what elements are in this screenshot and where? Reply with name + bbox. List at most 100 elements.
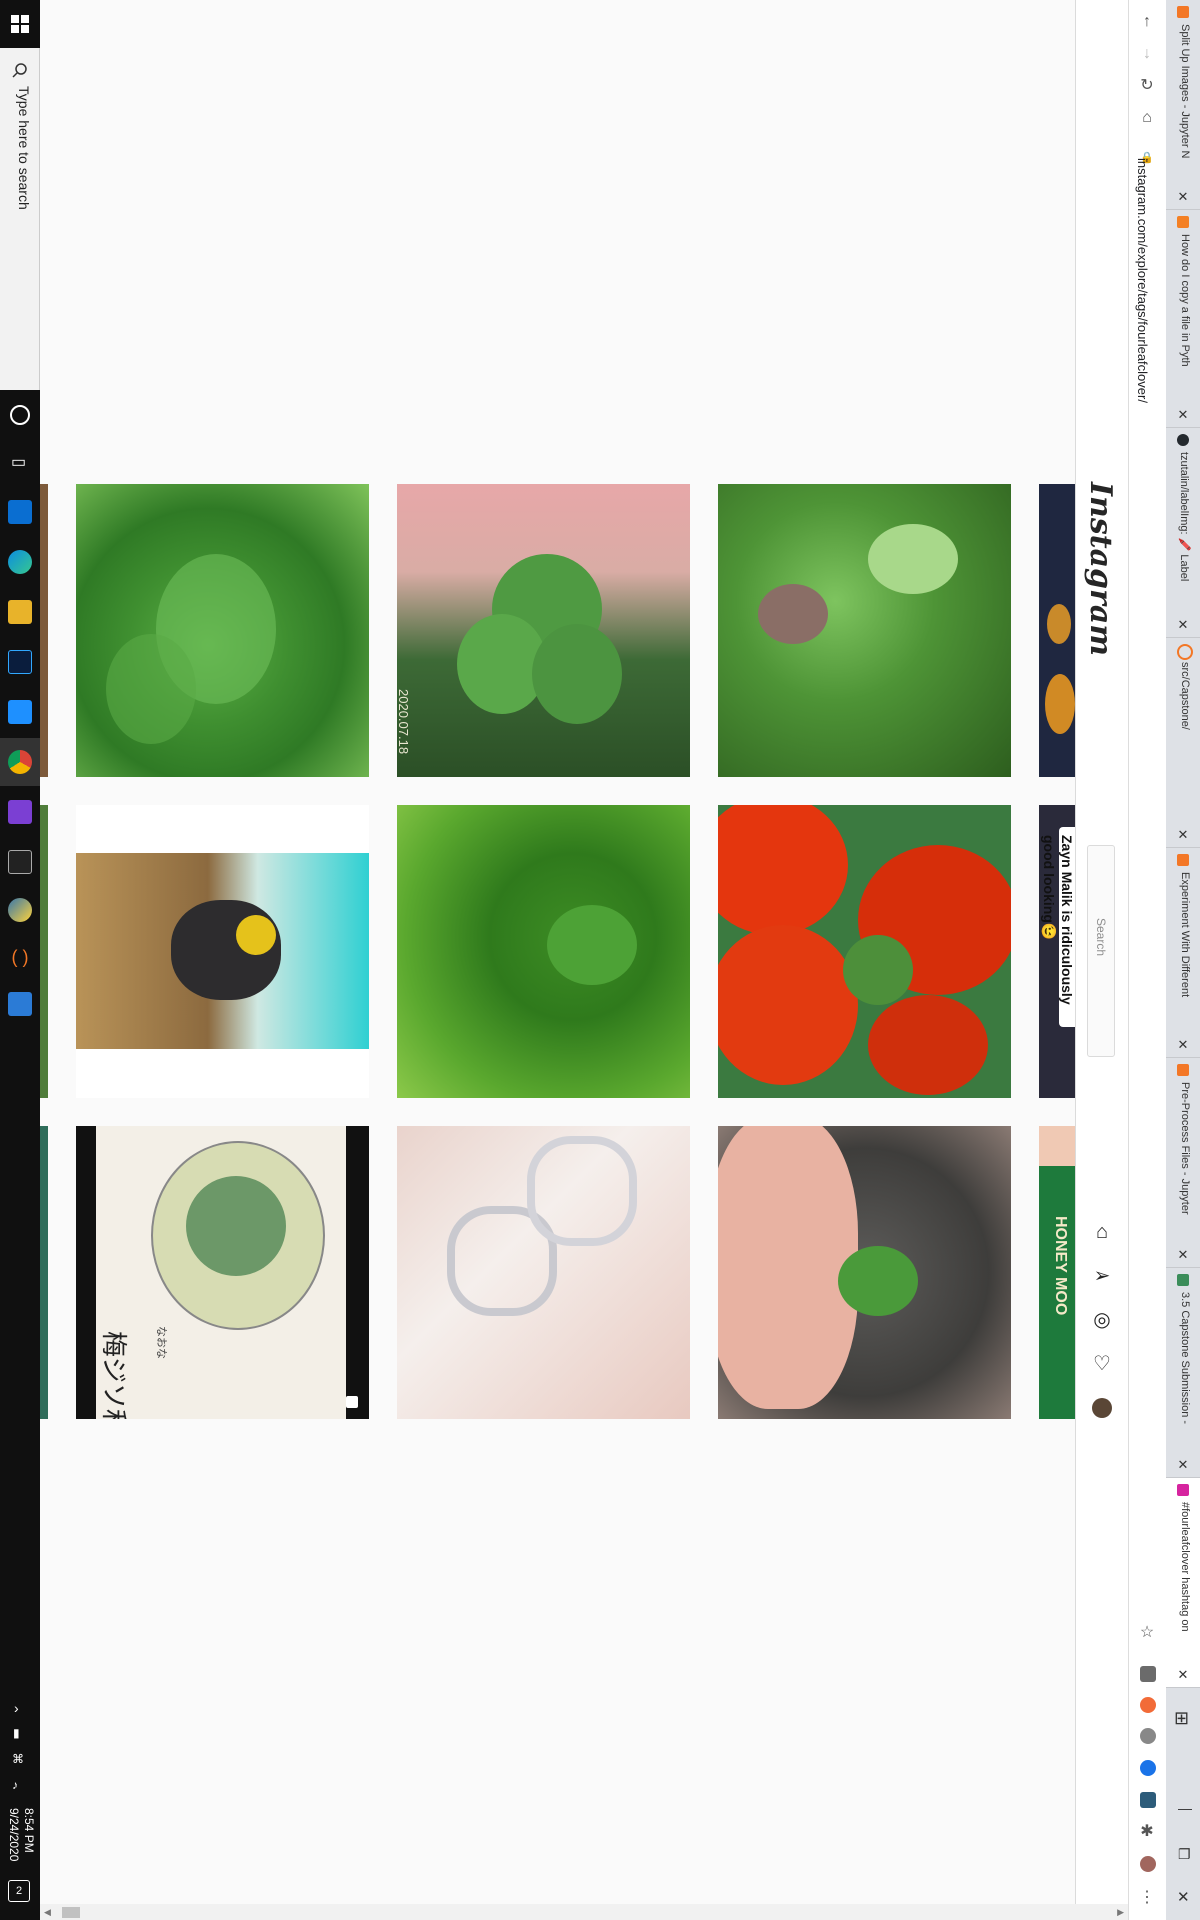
grid-post-tomatoes-clover[interactable] bbox=[718, 805, 1011, 1098]
tab-instagram-fourleafclover[interactable]: #fourleafclover hashtag on ✕ bbox=[1166, 1478, 1200, 1688]
windows-start-button[interactable] bbox=[0, 0, 40, 48]
browser-menu-icon[interactable]: ⋮ bbox=[1137, 1888, 1157, 1908]
jupyter-icon bbox=[1177, 1064, 1189, 1076]
jupyter-icon[interactable]: ( ) bbox=[8, 945, 32, 969]
scroll-left-arrow-icon[interactable]: ◀ bbox=[44, 1907, 51, 1918]
grid-post-clover-leaves[interactable] bbox=[76, 484, 369, 777]
extension-icon[interactable] bbox=[1140, 1792, 1156, 1808]
close-tab-icon[interactable]: ✕ bbox=[1176, 1667, 1190, 1683]
horizontal-scrollbar[interactable]: ◀ ▶ bbox=[40, 1904, 1128, 1920]
tab-label: How do I copy a file in Pyth bbox=[1179, 234, 1191, 367]
taskbar-search-box[interactable]: Type here to search bbox=[0, 48, 40, 390]
instagram-profile-avatar[interactable] bbox=[1092, 1398, 1112, 1418]
sticker-text-line2: good looking😉 bbox=[1041, 835, 1057, 941]
close-tab-icon[interactable]: ✕ bbox=[1176, 1247, 1190, 1263]
grid-post-honey-jar-partial[interactable]: HONEY MOO bbox=[1039, 1126, 1075, 1419]
azure-data-studio-icon[interactable] bbox=[8, 700, 32, 724]
taskbar-search-placeholder: Type here to search bbox=[16, 86, 32, 210]
tab-jupyter-split-images[interactable]: Split Up Images - Jupyter N ✕ bbox=[1166, 0, 1200, 210]
grid-post-fingers-holding-clover[interactable] bbox=[718, 1126, 1011, 1419]
home-icon[interactable]: ⌂ bbox=[1090, 1220, 1114, 1244]
scrollbar-thumb[interactable] bbox=[62, 1907, 80, 1918]
browser-tab-strip: Split Up Images - Jupyter N ✕ How do I c… bbox=[1166, 0, 1200, 1920]
tab-capstone-submission[interactable]: 3.5 Capstone Submission - ✕ bbox=[1166, 1268, 1200, 1478]
tab-label: Pre-Process Files - Jupyter bbox=[1179, 1082, 1191, 1215]
grid-post-clover-grass[interactable] bbox=[397, 805, 690, 1098]
course-icon bbox=[1177, 1274, 1189, 1286]
edge-browser-icon[interactable] bbox=[8, 550, 32, 574]
volume-icon[interactable]: ♪ bbox=[12, 1778, 18, 1792]
tab-jupyter-experiment[interactable]: Experiment With Different ✕ bbox=[1166, 848, 1200, 1058]
reload-icon[interactable]: ↻ bbox=[1137, 76, 1157, 96]
tab-label: src/Capstone/ bbox=[1179, 662, 1191, 730]
home-icon[interactable]: ⌂ bbox=[1137, 108, 1157, 128]
close-tab-icon[interactable]: ✕ bbox=[1176, 1457, 1190, 1473]
show-hidden-icons-chevron[interactable]: › bbox=[14, 1700, 19, 1716]
file-explorer-icon[interactable] bbox=[8, 600, 32, 624]
chrome-browser-icon[interactable] bbox=[8, 750, 32, 774]
terminal-icon[interactable] bbox=[8, 850, 32, 874]
bookmark-star-icon[interactable]: ☆ bbox=[1137, 1623, 1157, 1643]
extension-icon[interactable] bbox=[1140, 1760, 1156, 1776]
notification-count: 2 bbox=[15, 1885, 23, 1897]
minimize-window-icon[interactable]: — bbox=[1178, 1800, 1192, 1816]
grid-post-person-on-bench[interactable] bbox=[76, 805, 369, 1098]
search-icon bbox=[12, 63, 27, 78]
grid-post-clover-patch[interactable] bbox=[718, 484, 1011, 777]
extension-icon[interactable] bbox=[1140, 1697, 1156, 1713]
tab-github-labelimg[interactable]: tzutalin/labelImg: 🖍️ Label ✕ bbox=[1166, 428, 1200, 638]
activity-heart-icon[interactable]: ♡ bbox=[1090, 1352, 1114, 1376]
close-tab-icon[interactable]: ✕ bbox=[1176, 189, 1190, 205]
scroll-right-arrow-icon[interactable]: ▶ bbox=[1117, 1907, 1124, 1918]
close-tab-icon[interactable]: ✕ bbox=[1176, 1037, 1190, 1053]
taskbar-clock[interactable]: 8:54 PM 9/24/2020 bbox=[6, 1808, 36, 1861]
action-center-icon[interactable]: 2 bbox=[8, 1880, 30, 1902]
address-bar-url[interactable]: instagram.com/explore/tags/fourleafclove… bbox=[1135, 158, 1150, 403]
calculator-icon[interactable] bbox=[8, 992, 32, 1016]
photoshop-icon[interactable] bbox=[8, 650, 32, 674]
back-icon[interactable]: ↑ bbox=[1137, 12, 1157, 32]
new-tab-icon[interactable]: ⊞ bbox=[1174, 1708, 1189, 1729]
sticker-text-line1: Zayn Malik is ridiculously bbox=[1059, 835, 1075, 1005]
search-placeholder: Search bbox=[1094, 918, 1108, 957]
network-icon[interactable]: ⌘ bbox=[12, 1752, 24, 1766]
profile-avatar[interactable] bbox=[1140, 1856, 1156, 1872]
tab-label: #fourleafclover hashtag on bbox=[1179, 1502, 1191, 1632]
close-tab-icon[interactable]: ✕ bbox=[1176, 827, 1190, 843]
extension-icon[interactable] bbox=[1140, 1728, 1156, 1744]
explore-compass-icon[interactable]: ◎ bbox=[1090, 1308, 1114, 1332]
grid-post-zayn-sticker-partial[interactable]: Zayn Malik is ridiculously good looking😉 bbox=[1039, 805, 1075, 1098]
grid-post-partial[interactable] bbox=[40, 1126, 48, 1419]
painting-caption: 梅ジソ和え bbox=[98, 1331, 128, 1419]
jar-label: HONEY MOO bbox=[1052, 1216, 1069, 1316]
grid-post-coins-partial[interactable] bbox=[1039, 484, 1075, 777]
grid-post-clover-painting[interactable]: 梅ジソ和え なおな bbox=[76, 1126, 369, 1419]
tab-label: Split Up Images - Jupyter N bbox=[1179, 24, 1191, 159]
python-icon[interactable] bbox=[8, 898, 32, 922]
grid-post-partial[interactable] bbox=[40, 484, 48, 777]
task-view-icon[interactable]: ▭ bbox=[11, 452, 26, 472]
tab-label: tzutalin/labelImg: 🖍️ Label bbox=[1178, 452, 1190, 582]
grid-post-partial[interactable] bbox=[40, 805, 48, 1098]
extensions-puzzle-icon[interactable]: ✱ bbox=[1137, 1822, 1157, 1842]
tab-stackoverflow-copy-file[interactable]: How do I copy a file in Pyth ✕ bbox=[1166, 210, 1200, 428]
tab-jupyter-src-capstone[interactable]: src/Capstone/ ✕ bbox=[1166, 638, 1200, 848]
tab-jupyter-preprocess[interactable]: Pre-Process Files - Jupyter ✕ bbox=[1166, 1058, 1200, 1268]
direct-messages-icon[interactable]: ➢ bbox=[1090, 1264, 1114, 1288]
grid-post-clover-diamond-rings[interactable] bbox=[397, 1126, 690, 1419]
grid-post-hand-holding-clover[interactable]: 2020.07.18 bbox=[397, 484, 690, 777]
close-window-icon[interactable]: ✕ bbox=[1177, 1888, 1190, 1906]
battery-icon[interactable]: ▮ bbox=[13, 1726, 20, 1740]
painting-signature: なおな bbox=[155, 1326, 167, 1359]
onenote-icon[interactable] bbox=[8, 800, 32, 824]
restore-window-icon[interactable]: ❐ bbox=[1178, 1846, 1191, 1863]
extension-icon[interactable] bbox=[1140, 1666, 1156, 1682]
microsoft-store-icon[interactable] bbox=[8, 500, 32, 524]
close-tab-icon[interactable]: ✕ bbox=[1176, 407, 1190, 423]
instagram-search-input[interactable]: Search bbox=[1087, 845, 1115, 1057]
forward-icon[interactable]: ↓ bbox=[1137, 44, 1157, 64]
cortana-icon[interactable] bbox=[10, 405, 30, 425]
instagram-logo[interactable]: Instagram bbox=[1083, 482, 1118, 656]
multi-image-icon bbox=[346, 1396, 358, 1408]
close-tab-icon[interactable]: ✕ bbox=[1176, 617, 1190, 633]
